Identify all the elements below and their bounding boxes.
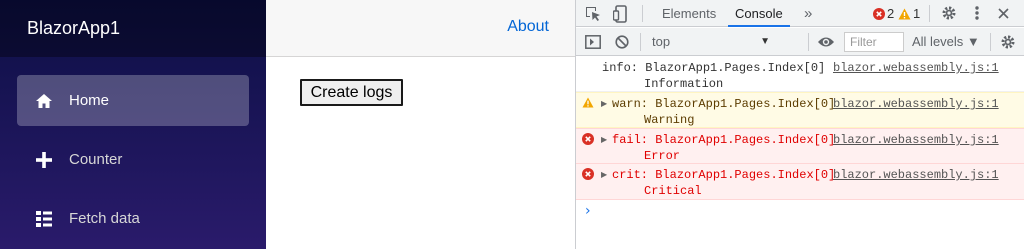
message-category: BlazorApp1.Pages.Index[0] bbox=[655, 97, 836, 111]
devtools-tab-bar: Elements Console » 2 1 bbox=[576, 0, 1024, 27]
tab-elements[interactable]: Elements bbox=[662, 0, 716, 27]
message-source-link[interactable]: blazor.webassembly.js:1 bbox=[833, 167, 999, 183]
message-header: warn: BlazorApp1.Pages.Index[0] bbox=[612, 96, 835, 112]
show-sidebar-icon[interactable] bbox=[584, 33, 602, 51]
toolbar-divider bbox=[929, 5, 930, 22]
nav-item-fetch-data[interactable]: Fetch data bbox=[17, 193, 249, 244]
inspect-element-icon[interactable] bbox=[584, 5, 602, 23]
console-messages: info: BlazorApp1.Pages.Index[0] Informat… bbox=[576, 57, 1024, 249]
clear-console-icon[interactable] bbox=[613, 33, 631, 51]
top-row: About bbox=[266, 0, 575, 57]
blazor-app: BlazorApp1 Home Counter Fetch data About… bbox=[0, 0, 575, 249]
expand-triangle-icon[interactable]: ▶ bbox=[601, 96, 607, 112]
create-logs-button[interactable]: Create logs bbox=[300, 79, 403, 106]
home-icon bbox=[34, 91, 54, 111]
more-options-icon[interactable] bbox=[971, 4, 983, 22]
tab-console[interactable]: Console bbox=[728, 0, 790, 27]
expand-triangle-icon[interactable]: ▶ bbox=[601, 132, 607, 148]
warning-icon bbox=[898, 7, 911, 20]
warning-icon bbox=[582, 97, 594, 109]
message-source-link[interactable]: blazor.webassembly.js:1 bbox=[833, 132, 999, 148]
error-count[interactable]: 2 bbox=[887, 0, 894, 27]
plus-icon bbox=[34, 150, 54, 170]
warning-count[interactable]: 1 bbox=[913, 0, 920, 27]
message-source-link[interactable]: blazor.webassembly.js:1 bbox=[833, 60, 999, 76]
expand-triangle-icon[interactable]: ▶ bbox=[601, 167, 607, 183]
settings-gear-icon[interactable] bbox=[940, 4, 958, 22]
chevron-down-icon: ▼ bbox=[760, 36, 770, 47]
message-text: Warning bbox=[644, 113, 695, 127]
console-message-crit[interactable]: ▶ crit: BlazorApp1.Pages.Index[0] Critic… bbox=[576, 164, 1024, 200]
about-link[interactable]: About bbox=[507, 18, 549, 36]
brand-title[interactable]: BlazorApp1 bbox=[0, 0, 266, 57]
list-rich-icon bbox=[34, 209, 54, 229]
context-select-value: top bbox=[652, 34, 671, 49]
message-header: crit: BlazorApp1.Pages.Index[0] bbox=[612, 167, 835, 183]
nav-item-label: Counter bbox=[69, 151, 123, 168]
toolbar-divider bbox=[990, 33, 991, 51]
toolbar-divider bbox=[640, 33, 641, 51]
message-category: BlazorApp1.Pages.Index[0] bbox=[655, 168, 836, 182]
nav-item-label: Home bbox=[69, 92, 110, 109]
sidebar: BlazorApp1 Home Counter Fetch data bbox=[0, 0, 266, 249]
error-icon bbox=[582, 168, 594, 180]
console-settings-gear-icon[interactable] bbox=[999, 33, 1017, 51]
console-message-warn[interactable]: ▶ warn: BlazorApp1.Pages.Index[0] Warnin… bbox=[576, 92, 1024, 128]
message-level-prefix: fail: bbox=[612, 133, 649, 147]
more-tabs-button[interactable]: » bbox=[804, 0, 812, 27]
message-text: Error bbox=[644, 149, 681, 163]
message-level-prefix: warn: bbox=[612, 97, 649, 111]
message-source-link[interactable]: blazor.webassembly.js:1 bbox=[833, 96, 999, 112]
error-icon bbox=[582, 133, 594, 145]
console-message-fail[interactable]: ▶ fail: BlazorApp1.Pages.Index[0] Error … bbox=[576, 128, 1024, 164]
close-icon[interactable] bbox=[995, 5, 1011, 21]
message-header: fail: BlazorApp1.Pages.Index[0] bbox=[612, 132, 835, 148]
message-text: Information bbox=[644, 77, 724, 91]
context-select[interactable]: top ▼ bbox=[646, 32, 774, 52]
message-level-prefix: crit: bbox=[612, 168, 649, 182]
message-text: Critical bbox=[644, 184, 702, 198]
console-message-info[interactable]: info: BlazorApp1.Pages.Index[0] Informat… bbox=[576, 57, 1024, 92]
filter-input[interactable] bbox=[844, 32, 904, 52]
toolbar-divider bbox=[808, 33, 809, 51]
device-toolbar-icon[interactable] bbox=[611, 4, 629, 24]
eye-icon[interactable] bbox=[816, 34, 836, 50]
console-toolbar: top ▼ All levels ▼ bbox=[576, 28, 1024, 56]
message-category: BlazorApp1.Pages.Index[0] bbox=[645, 61, 826, 75]
message-header: info: BlazorApp1.Pages.Index[0] bbox=[602, 60, 825, 76]
console-prompt-chevron-icon[interactable]: › bbox=[585, 203, 591, 219]
message-level-prefix: info: bbox=[602, 61, 639, 75]
toolbar-divider bbox=[642, 5, 643, 22]
error-icon bbox=[872, 7, 885, 20]
message-category: BlazorApp1.Pages.Index[0] bbox=[655, 133, 836, 147]
nav-item-home[interactable]: Home bbox=[17, 75, 249, 126]
log-levels-dropdown[interactable]: All levels ▼ bbox=[912, 32, 980, 52]
devtools-panel: Elements Console » 2 1 top ▼ Filter All … bbox=[575, 0, 1024, 249]
nav-item-counter[interactable]: Counter bbox=[17, 134, 249, 185]
nav-item-label: Fetch data bbox=[69, 210, 140, 227]
